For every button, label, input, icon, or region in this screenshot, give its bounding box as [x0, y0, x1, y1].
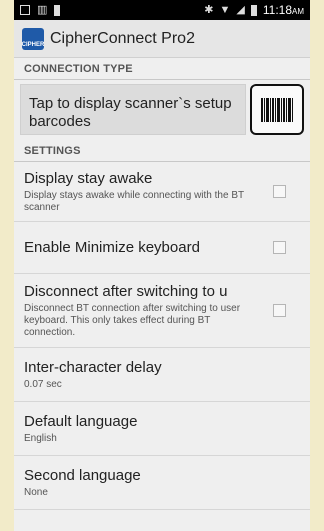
pref-text: Enable Minimize keyboard: [24, 239, 259, 257]
pref-summary: 0.07 sec: [24, 378, 62, 390]
pref-title: Display stay awake: [24, 169, 153, 187]
connection-type-header: CONNECTION TYPE: [14, 58, 310, 80]
barcode-button[interactable]: [250, 84, 304, 135]
setup-barcodes-button[interactable]: Tap to display scanner`s setup barcodes: [20, 84, 246, 135]
pref-text: Disconnect after switching to u Disconne…: [24, 283, 259, 339]
pref-inter-character-delay[interactable]: Inter-character delay 0.07 sec: [14, 348, 310, 402]
pref-summary: Disconnect BT connection after switching…: [24, 302, 241, 338]
disconnect-after-switching-checkbox[interactable]: [273, 304, 286, 317]
pref-disconnect-after-switching[interactable]: Disconnect after switching to u Disconne…: [14, 274, 310, 348]
pref-text: Display stay awake Display stays awake w…: [24, 170, 259, 214]
bluetooth-icon: ✱: [204, 3, 214, 16]
pref-summary: Display stays awake while connecting wit…: [24, 189, 244, 213]
pref-enable-minimize-keyboard[interactable]: Enable Minimize keyboard: [14, 222, 310, 274]
pref-summary: English: [24, 432, 57, 444]
signal-icon: ◢: [236, 3, 245, 16]
status-bar: ▥ ✱ ▼ ◢ 11:18AM: [14, 0, 310, 20]
connection-type-row: Tap to display scanner`s setup barcodes: [14, 80, 310, 140]
barcode-icon: [261, 97, 293, 122]
pref-summary: None: [24, 486, 48, 498]
battery-icon: [250, 4, 257, 16]
pref-title: Default language: [24, 412, 138, 430]
pref-text: Second language None: [24, 467, 300, 499]
pref-display-stay-awake[interactable]: Display stay awake Display stays awake w…: [14, 162, 310, 222]
sd-icon: [54, 4, 61, 16]
pref-title: Enable Minimize keyboard: [24, 238, 200, 256]
screenshot-icon: [20, 5, 30, 15]
action-bar: CIPHER CipherConnect Pro2: [14, 20, 310, 58]
pref-second-language[interactable]: Second language None: [14, 456, 310, 510]
settings-header: SETTINGS: [14, 140, 310, 162]
pref-title: Disconnect after switching to u: [24, 282, 228, 300]
pref-text: Inter-character delay 0.07 sec: [24, 359, 300, 391]
phone-screen: ▥ ✱ ▼ ◢ 11:18AM CIPHER CipherConnect Pro…: [14, 0, 310, 531]
pref-title: Inter-character delay: [24, 358, 162, 376]
app-logo-icon[interactable]: CIPHER: [22, 27, 44, 50]
clock: 11:18AM: [262, 3, 304, 17]
barcode-notification-icon: ▥: [37, 3, 48, 16]
wifi-icon: ▼: [219, 3, 231, 16]
app-title: CipherConnect Pro2: [50, 29, 195, 47]
enable-minimize-keyboard-checkbox[interactable]: [273, 241, 286, 254]
status-left-icons: ▥: [20, 3, 61, 16]
status-right-icons: ✱ ▼ ◢ 11:18AM: [204, 3, 304, 17]
pref-default-language[interactable]: Default language English: [14, 402, 310, 456]
display-stay-awake-checkbox[interactable]: [273, 185, 286, 198]
pref-title: Second language: [24, 466, 141, 484]
pref-text: Default language English: [24, 413, 300, 445]
